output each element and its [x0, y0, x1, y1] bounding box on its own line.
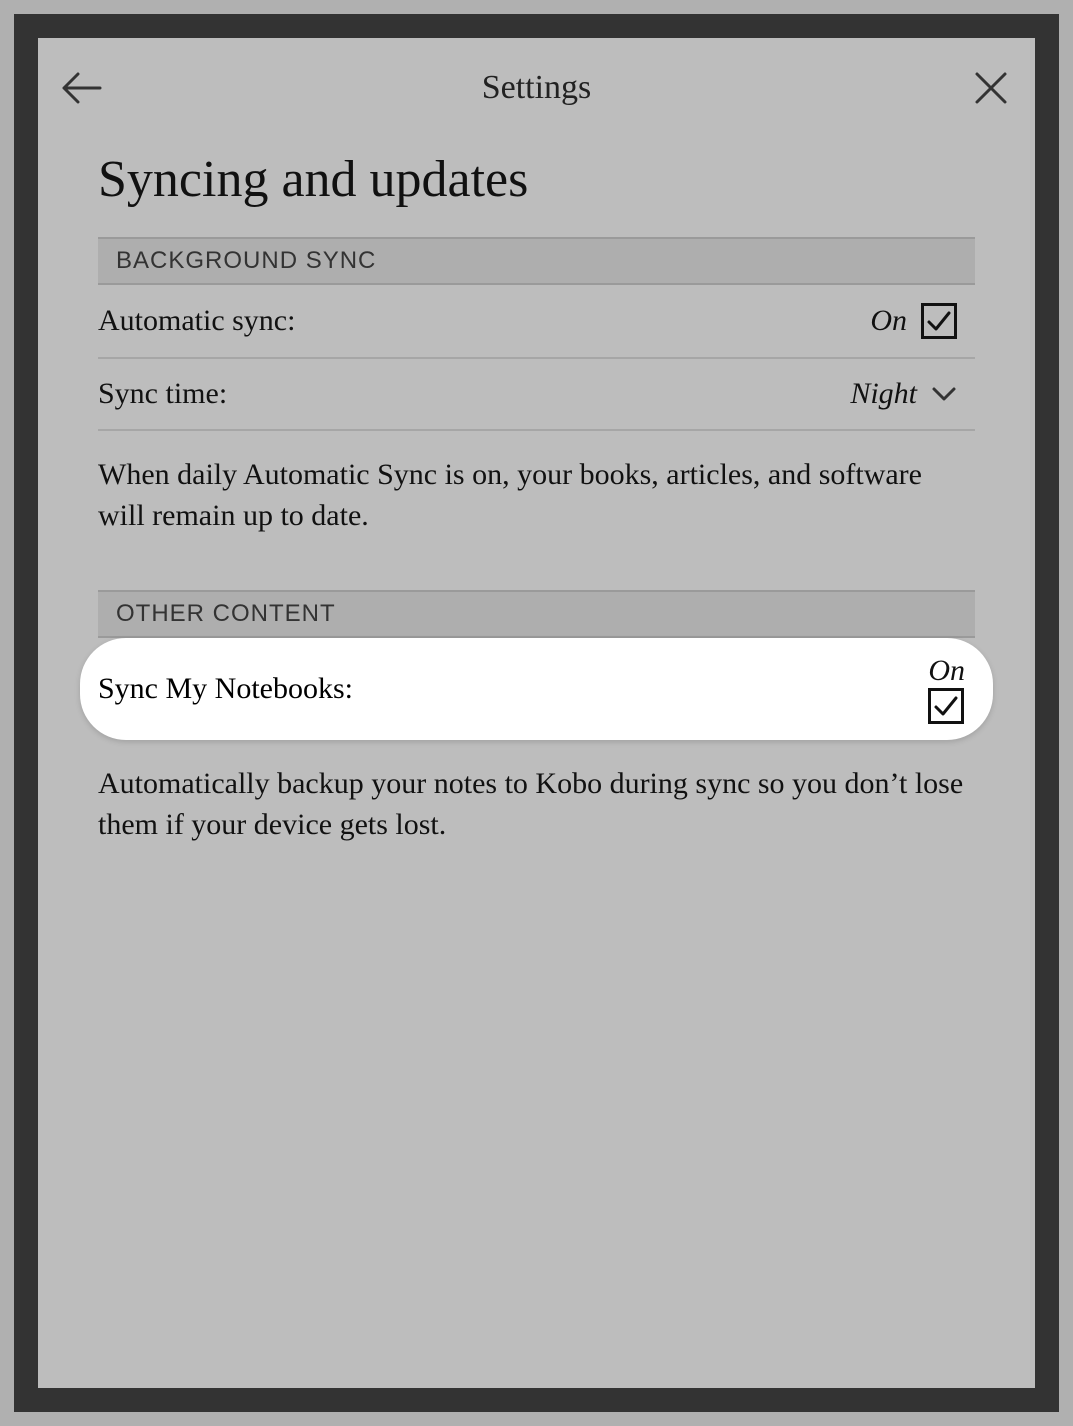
sync-notebooks-label: Sync My Notebooks: — [98, 672, 353, 706]
settings-screen: Settings Syncing and updates BACKGROUND … — [38, 38, 1035, 1388]
sync-notebooks-checkbox[interactable] — [928, 688, 964, 724]
sync-notebooks-value: On — [928, 654, 965, 687]
sync-time-label: Sync time: — [98, 377, 227, 411]
automatic-sync-value: On — [870, 304, 907, 338]
topbar: Settings — [38, 38, 1035, 128]
chevron-down-icon — [931, 386, 957, 402]
back-button[interactable] — [60, 66, 104, 110]
row-automatic-sync[interactable]: Automatic sync: On — [98, 285, 975, 359]
page-title: Syncing and updates — [98, 150, 975, 209]
row-sync-notebooks[interactable]: Sync My Notebooks: On — [80, 638, 993, 740]
header-title: Settings — [482, 69, 592, 107]
other-content-description: Automatically backup your notes to Kobo … — [98, 740, 975, 885]
row-sync-time[interactable]: Sync time: Night — [98, 359, 975, 431]
close-icon — [974, 71, 1008, 105]
automatic-sync-checkbox[interactable] — [921, 303, 957, 339]
content: Syncing and updates BACKGROUND SYNC Auto… — [38, 150, 1035, 885]
check-icon — [925, 307, 953, 335]
section-header-background-sync: BACKGROUND SYNC — [98, 237, 975, 285]
check-icon — [932, 692, 960, 720]
automatic-sync-label: Automatic sync: — [98, 304, 295, 338]
background-sync-description: When daily Automatic Sync is on, your bo… — [98, 431, 975, 576]
close-button[interactable] — [969, 66, 1013, 110]
sync-time-value: Night — [850, 377, 917, 411]
section-header-other-content: OTHER CONTENT — [98, 590, 975, 638]
arrow-left-icon — [62, 72, 102, 104]
